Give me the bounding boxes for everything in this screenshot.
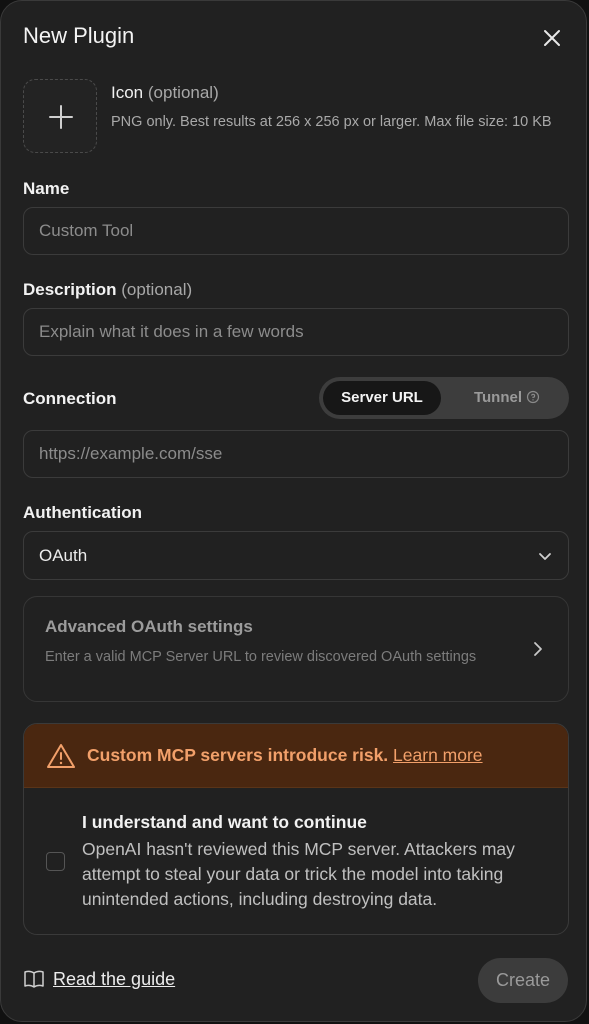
authentication-select[interactable]: OAuth bbox=[23, 531, 569, 580]
plus-icon bbox=[49, 105, 73, 129]
help-icon bbox=[526, 390, 540, 404]
risk-warning-banner: Custom MCP servers introduce risk. Learn… bbox=[24, 724, 568, 788]
tunnel-option[interactable]: Tunnel bbox=[449, 381, 565, 415]
icon-upload-label: Icon (optional) bbox=[111, 83, 219, 102]
read-guide-link[interactable]: Read the guide bbox=[23, 969, 175, 990]
description-label: Description (optional) bbox=[23, 280, 193, 299]
authentication-label: Authentication bbox=[23, 503, 142, 522]
name-input[interactable] bbox=[23, 207, 569, 255]
advanced-oauth-title: Advanced OAuth settings bbox=[45, 617, 253, 636]
server-url-input[interactable] bbox=[23, 430, 569, 478]
acknowledge-checkbox[interactable] bbox=[46, 852, 65, 871]
risk-panel: Custom MCP servers introduce risk. Learn… bbox=[23, 723, 569, 935]
learn-more-link[interactable]: Learn more bbox=[393, 745, 483, 765]
authentication-value: OAuth bbox=[39, 546, 88, 565]
chevron-down-icon bbox=[539, 553, 551, 560]
book-icon bbox=[24, 970, 44, 988]
warning-icon bbox=[47, 744, 75, 768]
icon-upload-hint: PNG only. Best results at 256 x 256 px o… bbox=[111, 114, 552, 130]
description-input[interactable] bbox=[23, 308, 569, 356]
new-plugin-dialog: New Plugin Icon (optional) PNG only. Bes… bbox=[0, 0, 587, 1022]
acknowledge-description: OpenAI hasn't reviewed this MCP server. … bbox=[82, 839, 515, 909]
connection-toggle: Server URL Tunnel bbox=[319, 377, 569, 419]
risk-warning-text: Custom MCP servers introduce risk. Learn… bbox=[87, 745, 483, 765]
advanced-oauth-settings[interactable]: Advanced OAuth settings Enter a valid MC… bbox=[23, 596, 569, 702]
chevron-right-icon bbox=[534, 642, 542, 656]
server-url-option[interactable]: Server URL bbox=[323, 381, 441, 415]
icon-upload-button[interactable] bbox=[23, 79, 97, 153]
connection-label: Connection bbox=[23, 389, 117, 408]
name-label: Name bbox=[23, 179, 70, 198]
close-icon[interactable] bbox=[539, 25, 565, 51]
acknowledge-title: I understand and want to continue bbox=[82, 812, 367, 832]
advanced-oauth-description: Enter a valid MCP Server URL to review d… bbox=[45, 649, 477, 665]
create-button[interactable]: Create bbox=[478, 958, 568, 1003]
dialog-title: New Plugin bbox=[23, 23, 135, 48]
